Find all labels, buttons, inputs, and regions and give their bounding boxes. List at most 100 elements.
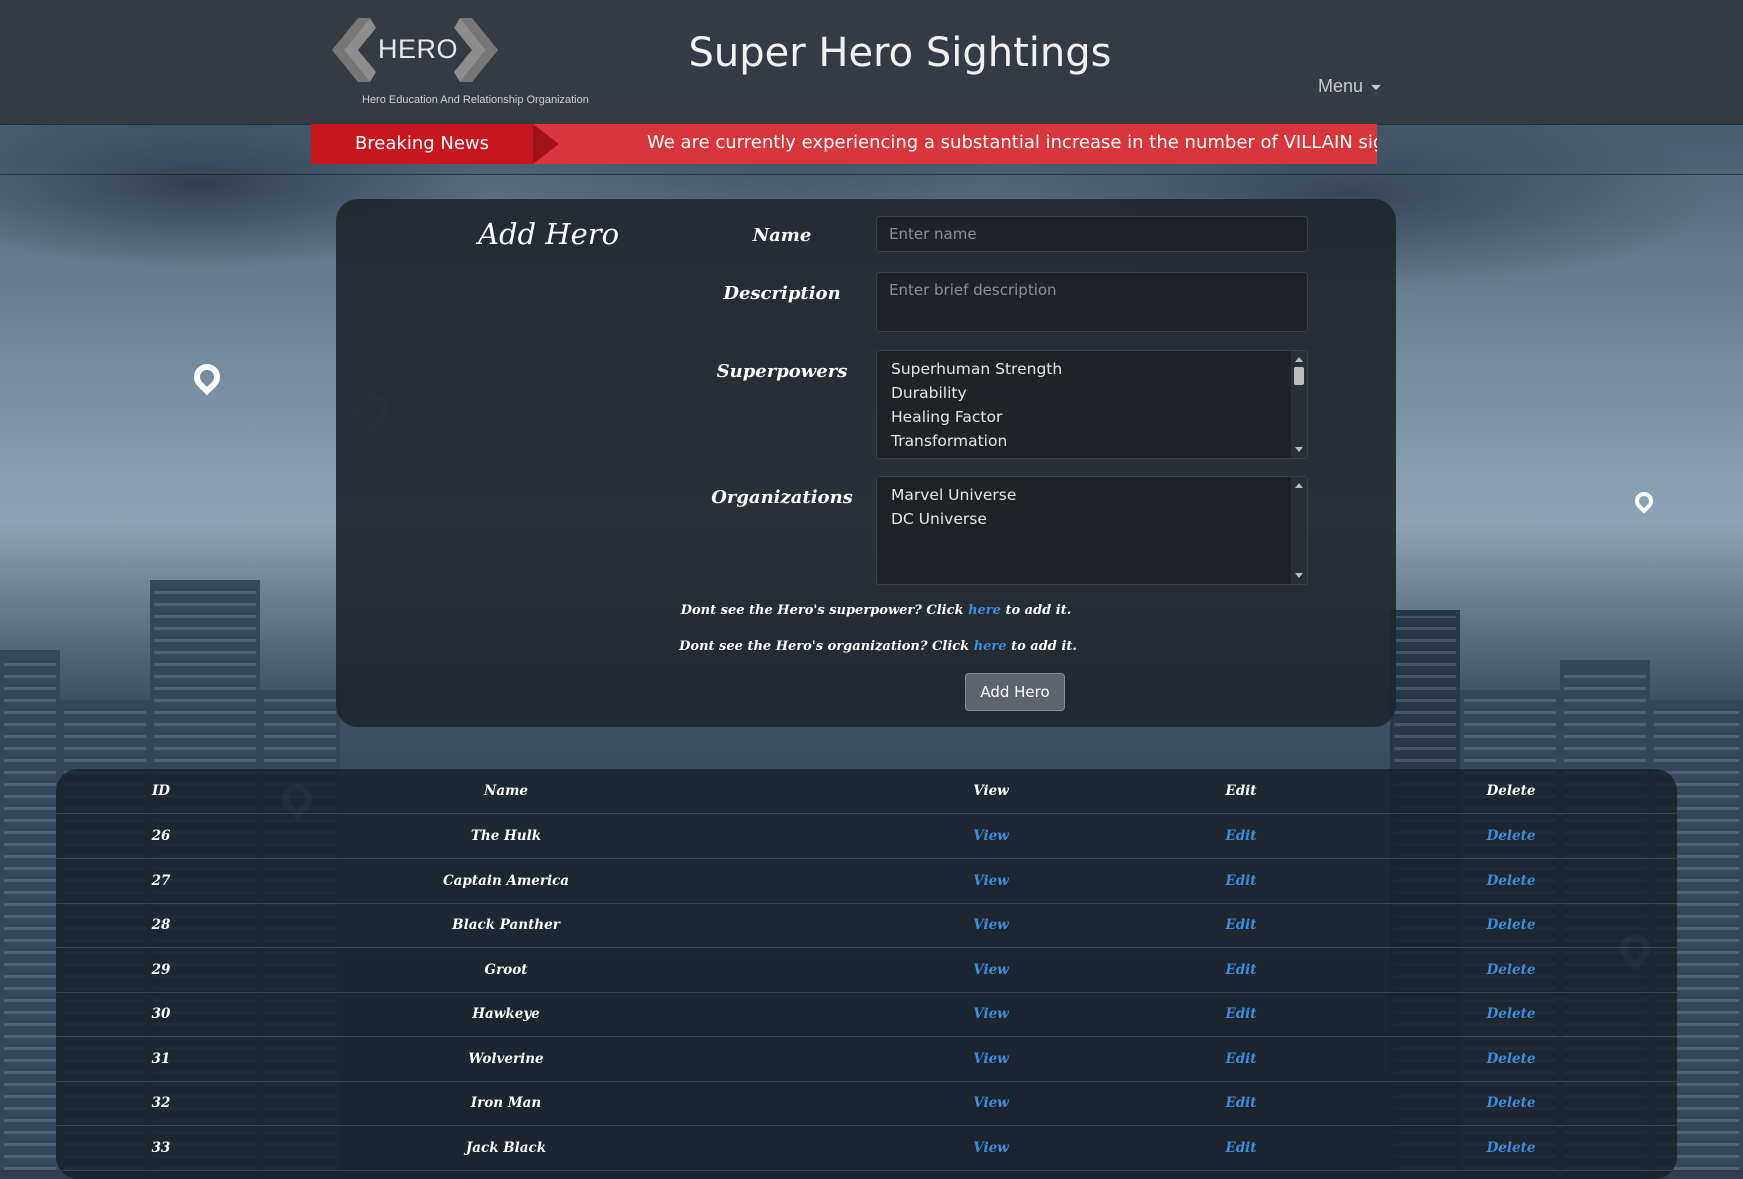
superpower-option[interactable]: Transformation	[877, 429, 1307, 453]
view-link[interactable]: View	[936, 1081, 1046, 1125]
delete-link[interactable]: Delete	[1446, 814, 1576, 858]
superpower-option[interactable]: Durability	[877, 381, 1307, 405]
hint-text: to add it.	[1006, 639, 1077, 654]
edit-link[interactable]: Edit	[1186, 903, 1296, 947]
cell-name: Jack Black	[465, 1139, 547, 1156]
description-input[interactable]	[876, 272, 1308, 332]
add-organization-link[interactable]: here	[974, 639, 1007, 654]
col-header-view: View	[973, 783, 1009, 799]
cell-name: Hawkeye	[472, 1006, 540, 1022]
add-hero-button[interactable]: Add Hero	[965, 673, 1065, 711]
cell-id: 29	[151, 961, 171, 978]
delete-link[interactable]: Delete	[1446, 903, 1576, 947]
add-hero-panel: Add Hero Name Description Superpowers Su…	[336, 199, 1396, 727]
news-ticker: We are currently experiencing a substant…	[533, 124, 1377, 164]
edit-link[interactable]: Edit	[1186, 1126, 1296, 1170]
cell-name: The Hulk	[470, 828, 542, 844]
edit-link[interactable]: Edit	[1186, 814, 1296, 858]
hero-logo[interactable]: HERO Hero Education And Relationship Org…	[330, 14, 590, 110]
cell-name: Iron Man	[470, 1095, 542, 1111]
view-link[interactable]: View	[936, 948, 1046, 992]
news-ticker-text: We are currently experiencing a substant…	[647, 132, 1377, 153]
superpower-option[interactable]: Superhuman Strength	[877, 357, 1307, 381]
table-row: 31 Wolverine View Edit Delete	[56, 1037, 1677, 1082]
col-header-edit: Edit	[1225, 783, 1257, 799]
col-header-id: ID	[151, 783, 171, 799]
news-arrow-icon	[533, 124, 559, 164]
organizations-scrollbar[interactable]	[1291, 477, 1307, 584]
edit-link[interactable]: Edit	[1186, 992, 1296, 1036]
superpowers-label: Superpowers	[716, 361, 848, 382]
superpower-option[interactable]: Healing Factor	[877, 405, 1307, 429]
scroll-thumb[interactable]	[1294, 367, 1304, 385]
table-header-row: ID Name View Edit Delete	[56, 769, 1677, 814]
delete-link[interactable]: Delete	[1446, 1081, 1576, 1125]
delete-link[interactable]: Delete	[1446, 1126, 1576, 1170]
add-superpower-hint: Dont see the Hero's superpower? Click he…	[346, 603, 1406, 618]
table-row: 29 Groot View Edit Delete	[56, 948, 1677, 993]
table-row: 27 Captain America View Edit Delete	[56, 859, 1677, 904]
view-link[interactable]: View	[936, 859, 1046, 903]
menu-dropdown[interactable]: Menu	[1318, 76, 1382, 97]
heroes-table: ID Name View Edit Delete 26 The Hulk View E…	[56, 769, 1677, 1179]
view-link[interactable]: View	[936, 1126, 1046, 1170]
cell-id: 28	[151, 917, 171, 933]
scroll-up-icon[interactable]	[1295, 357, 1303, 362]
logo-word: HERO	[378, 34, 459, 64]
hint-text: Dont see the Hero's organization? Click	[679, 639, 974, 654]
cell-id: 30	[151, 1006, 171, 1022]
edit-link[interactable]: Edit	[1186, 948, 1296, 992]
cell-id: 32	[151, 1095, 171, 1111]
cell-name: Wolverine	[468, 1050, 544, 1067]
logo-tagline: Hero Education And Relationship Organiza…	[362, 94, 589, 106]
description-label: Description	[723, 283, 841, 304]
table-row: 28 Black Panther View Edit Delete	[56, 903, 1677, 948]
organizations-label: Organizations	[711, 487, 853, 508]
delete-link[interactable]: Delete	[1446, 859, 1576, 903]
add-superpower-link[interactable]: here	[968, 603, 1001, 618]
delete-link[interactable]: Delete	[1446, 1037, 1576, 1081]
table-row: 32 Iron Man View Edit Delete	[56, 1081, 1677, 1126]
col-header-delete: Delete	[1486, 783, 1536, 799]
map-pin-icon	[1631, 488, 1657, 514]
col-header-name: Name	[484, 783, 528, 799]
scroll-down-icon[interactable]	[1295, 447, 1303, 452]
view-link[interactable]: View	[936, 814, 1046, 858]
cell-id: 31	[151, 1050, 171, 1067]
page-title: Super Hero Sightings	[688, 30, 1112, 76]
name-input[interactable]	[876, 216, 1308, 252]
add-organization-hint: Dont see the Hero's organization? Click …	[348, 639, 1408, 654]
organizations-select[interactable]: Marvel Universe DC Universe	[876, 476, 1308, 585]
cell-id: 26	[151, 828, 171, 844]
superpowers-select[interactable]: Superhuman Strength Durability Healing F…	[876, 350, 1308, 459]
cell-name: Black Panther	[452, 917, 560, 933]
scroll-up-icon[interactable]	[1295, 483, 1303, 488]
name-label: Name	[752, 225, 812, 246]
view-link[interactable]: View	[936, 1037, 1046, 1081]
breaking-news-label: Breaking News	[311, 124, 533, 164]
view-link[interactable]: View	[936, 992, 1046, 1036]
superpowers-scrollbar[interactable]	[1291, 351, 1307, 458]
caret-down-icon	[1371, 84, 1382, 90]
hint-text: to add it.	[1000, 603, 1072, 618]
table-row: 26 The Hulk View Edit Delete	[56, 814, 1677, 859]
cell-name: Captain America	[442, 872, 570, 889]
cell-id: 27	[151, 872, 171, 889]
view-link[interactable]: View	[936, 903, 1046, 947]
form-title: Add Hero	[478, 217, 620, 251]
edit-link[interactable]: Edit	[1186, 1037, 1296, 1081]
table-row: 33 Jack Black View Edit Delete	[56, 1126, 1677, 1171]
building	[0, 650, 60, 1170]
edit-link[interactable]: Edit	[1186, 859, 1296, 903]
cell-id: 33	[151, 1139, 171, 1156]
site-header: HERO Hero Education And Relationship Org…	[0, 0, 1743, 125]
hint-text: Dont see the Hero's superpower? Click	[680, 603, 969, 618]
scroll-down-icon[interactable]	[1295, 573, 1303, 578]
table-row: 30 Hawkeye View Edit Delete	[56, 992, 1677, 1037]
organization-option[interactable]: Marvel Universe	[877, 483, 1307, 507]
menu-label: Menu	[1318, 76, 1364, 96]
edit-link[interactable]: Edit	[1186, 1081, 1296, 1125]
delete-link[interactable]: Delete	[1446, 992, 1576, 1036]
organization-option[interactable]: DC Universe	[877, 507, 1307, 531]
delete-link[interactable]: Delete	[1446, 948, 1576, 992]
